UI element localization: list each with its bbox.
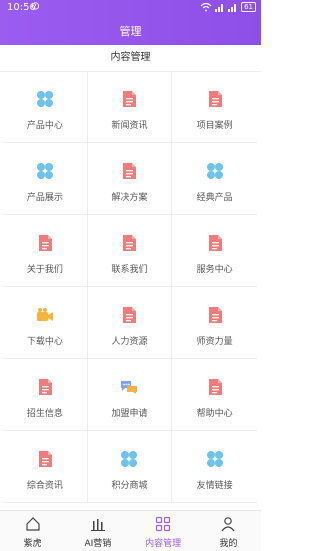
- grid-item[interactable]: 帮助中心: [172, 359, 257, 431]
- wifi-icon: [200, 2, 212, 12]
- grid-item-label: 帮助中心: [196, 409, 233, 419]
- top-bar: 10:56 61 管理: [0, 0, 261, 45]
- grid-item[interactable]: 人力资源: [87, 287, 173, 359]
- battery-level: 61: [244, 3, 253, 11]
- document-icon: [120, 306, 138, 324]
- grid-item-label: 新闻资讯: [111, 121, 148, 131]
- grid-item[interactable]: 经典产品: [172, 143, 257, 215]
- grid-item-label: 解决方案: [111, 193, 148, 203]
- home-icon: [25, 516, 41, 532]
- status-icons: 61: [200, 2, 256, 12]
- grid-item-label: 友情链接: [196, 481, 233, 491]
- document-icon: [36, 378, 54, 396]
- grid-item-label: 下载中心: [26, 337, 63, 347]
- grid-item-label: 关于我们: [26, 265, 63, 275]
- grid-item[interactable]: 综合资讯: [3, 431, 88, 503]
- nav-tab[interactable]: 紫虎: [0, 511, 65, 551]
- grid-flower-icon: [120, 450, 138, 468]
- chat-bubbles-icon: [120, 378, 138, 396]
- grid-item[interactable]: 下载中心: [3, 287, 88, 359]
- grid-flower-icon: [36, 162, 54, 180]
- grid-item[interactable]: 师资力量: [172, 287, 257, 359]
- grid-item[interactable]: 友情链接: [172, 431, 257, 503]
- section-title: 内容管理: [0, 45, 261, 72]
- user-icon: [220, 516, 236, 532]
- nav-tab-label: 内容管理: [145, 539, 182, 549]
- grid-item-label: 联系我们: [111, 265, 148, 275]
- nav-tab[interactable]: 我的: [196, 511, 261, 551]
- battery-icon: 61: [241, 2, 256, 12]
- document-icon: [120, 90, 138, 108]
- grid-item[interactable]: 产品中心: [3, 71, 88, 143]
- grid-item[interactable]: 项目案例: [172, 71, 257, 143]
- grid-item[interactable]: 新闻资讯: [87, 71, 173, 143]
- document-icon: [120, 162, 138, 180]
- signal-icon-2: [228, 4, 237, 12]
- nav-tab-label: AI营销: [84, 539, 112, 549]
- grid-item-label: 积分商城: [111, 481, 148, 491]
- document-icon: [36, 450, 54, 468]
- grid-item[interactable]: 联系我们: [87, 215, 173, 287]
- grid-item[interactable]: 积分商城: [87, 431, 173, 503]
- page-title: 管理: [119, 25, 142, 38]
- grid-flower-icon: [36, 90, 54, 108]
- document-icon: [206, 234, 224, 252]
- grid-squares-icon: [155, 516, 171, 532]
- status-bar: 10:56 61: [0, 0, 261, 16]
- alarm-icon: [31, 2, 40, 10]
- grid-item-label: 师资力量: [196, 337, 233, 347]
- grid-flower-icon: [206, 450, 224, 468]
- video-camera-icon: [36, 306, 54, 324]
- nav-tab[interactable]: 内容管理: [131, 511, 196, 551]
- nav-tab[interactable]: AI营销: [65, 511, 130, 551]
- document-icon: [120, 234, 138, 252]
- document-icon: [206, 378, 224, 396]
- grid-item[interactable]: 解决方案: [87, 143, 173, 215]
- grid-item-label: 综合资讯: [26, 481, 63, 491]
- grid-item-label: 产品展示: [26, 193, 63, 203]
- bar-chart-icon: [90, 516, 106, 532]
- grid-item-label: 产品中心: [26, 121, 63, 131]
- grid-item-label: 服务中心: [196, 265, 233, 275]
- content-grid: 产品中心 新闻资讯 项目案例产品展示 解决方案 经典产品关于我们 联系我们 服务中心下载中心…: [3, 71, 257, 503]
- grid-item[interactable]: 招生信息: [3, 359, 88, 431]
- grid-item[interactable]: 关于我们: [3, 215, 88, 287]
- grid-item[interactable]: 服务中心: [172, 215, 257, 287]
- grid-flower-icon: [206, 162, 224, 180]
- document-icon: [206, 306, 224, 324]
- grid-item[interactable]: 产品展示: [3, 143, 88, 215]
- document-icon: [36, 234, 54, 252]
- document-icon: [206, 90, 224, 108]
- nav-tab-label: 我的: [219, 539, 238, 549]
- grid-item-label: 加盟申请: [111, 409, 148, 419]
- grid-item-label: 人力资源: [111, 337, 148, 347]
- grid-item-label: 项目案例: [196, 121, 233, 131]
- bottom-nav: 紫虎 AI营销 内容管理 我的: [0, 510, 261, 551]
- signal-icon: [215, 4, 224, 12]
- nav-tab-label: 紫虎: [23, 539, 42, 549]
- grid-item-label: 经典产品: [196, 193, 233, 203]
- grid-item[interactable]: 加盟申请: [87, 359, 173, 431]
- grid-item-label: 招生信息: [26, 409, 63, 419]
